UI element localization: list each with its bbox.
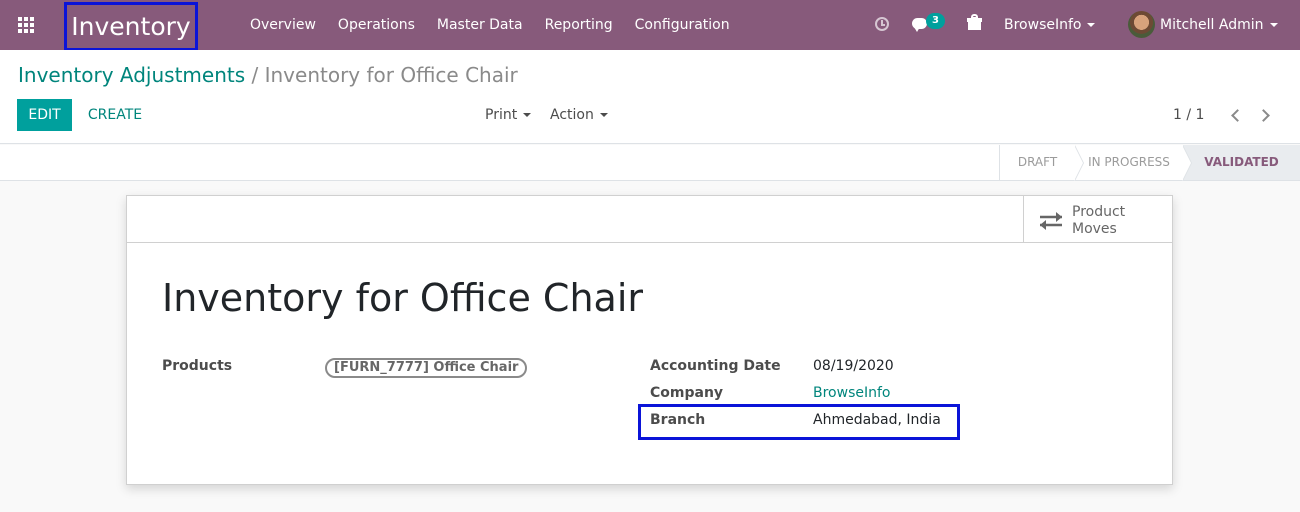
user-name: Mitchell Admin xyxy=(1160,17,1264,33)
menu-item-overview[interactable]: Overview xyxy=(250,0,316,50)
stage-in-progress: IN PROGRESS xyxy=(1088,155,1170,169)
product-moves-button[interactable]: Product Moves xyxy=(1023,196,1172,243)
exchange-arrows-icon xyxy=(1040,212,1062,230)
control-panel: Inventory Adjustments / Inventory for Of… xyxy=(0,50,1300,144)
app-title[interactable]: Inventory xyxy=(64,2,198,51)
accounting-date-value: 08/19/2020 xyxy=(813,358,894,374)
action-dropdown-label: Action xyxy=(550,107,594,123)
breadcrumb-parent-link[interactable]: Inventory Adjustments xyxy=(18,63,245,87)
company-switcher[interactable]: BrowseInfo xyxy=(1004,0,1096,50)
activity-clock-icon[interactable] xyxy=(875,0,891,50)
status-bar: DRAFT IN PROGRESS VALIDATED xyxy=(0,145,1300,181)
accounting-date-label: Accounting Date xyxy=(650,358,781,374)
breadcrumb-current: Inventory for Office Chair xyxy=(264,63,518,87)
record-title: Inventory for Office Chair xyxy=(162,276,643,320)
menu-item-master-data[interactable]: Master Data xyxy=(437,0,523,50)
company-label: Company xyxy=(650,385,724,401)
stage-validated: VALIDATED xyxy=(1183,145,1300,180)
caret-down-icon xyxy=(1269,23,1278,27)
pager-value[interactable]: 1 / 1 xyxy=(1173,107,1204,123)
chevron-right-icon[interactable] xyxy=(1257,109,1270,122)
top-navbar: Inventory Overview Operations Master Dat… xyxy=(0,0,1300,51)
branch-label: Branch xyxy=(650,412,706,428)
caret-down-icon xyxy=(1087,23,1096,27)
product-moves-label-line1: Product xyxy=(1072,204,1126,220)
main-menu: Overview Operations Master Data Reportin… xyxy=(250,0,752,50)
print-dropdown-label: Print xyxy=(485,107,518,123)
caret-down-icon xyxy=(523,113,532,117)
menu-item-reporting[interactable]: Reporting xyxy=(545,0,613,50)
breadcrumb-separator: / xyxy=(251,63,259,87)
gift-icon[interactable] xyxy=(967,0,983,50)
button-box: Product Moves xyxy=(127,196,1172,243)
create-button[interactable]: CREATE xyxy=(80,99,150,131)
edit-button[interactable]: EDIT xyxy=(17,99,72,131)
message-count-badge: 3 xyxy=(926,13,945,29)
form-sheet: Product Moves Inventory for Office Chair… xyxy=(126,195,1173,485)
company-switcher-label: BrowseInfo xyxy=(1004,17,1082,33)
user-avatar[interactable] xyxy=(1128,11,1155,38)
caret-down-icon xyxy=(599,113,608,117)
print-dropdown[interactable]: Print xyxy=(485,107,532,123)
product-moves-label-line2: Moves xyxy=(1072,221,1117,237)
stage-arrow xyxy=(1182,145,1191,181)
product-moves-label: Product Moves xyxy=(1072,204,1152,238)
action-dropdown[interactable]: Action xyxy=(550,107,608,123)
user-menu[interactable]: Mitchell Admin xyxy=(1160,0,1278,50)
product-tag[interactable]: [FURN_7777] Office Chair xyxy=(325,358,528,378)
menu-item-operations[interactable]: Operations xyxy=(338,0,415,50)
products-label: Products xyxy=(162,358,233,374)
apps-menu-icon[interactable] xyxy=(18,17,36,33)
chevron-left-icon[interactable] xyxy=(1231,109,1244,122)
branch-value: Ahmedabad, India xyxy=(813,412,941,428)
company-link[interactable]: BrowseInfo xyxy=(813,385,890,401)
menu-item-configuration[interactable]: Configuration xyxy=(635,0,730,50)
stage-draft: DRAFT xyxy=(999,145,1075,180)
breadcrumb: Inventory Adjustments / Inventory for Of… xyxy=(18,63,518,87)
